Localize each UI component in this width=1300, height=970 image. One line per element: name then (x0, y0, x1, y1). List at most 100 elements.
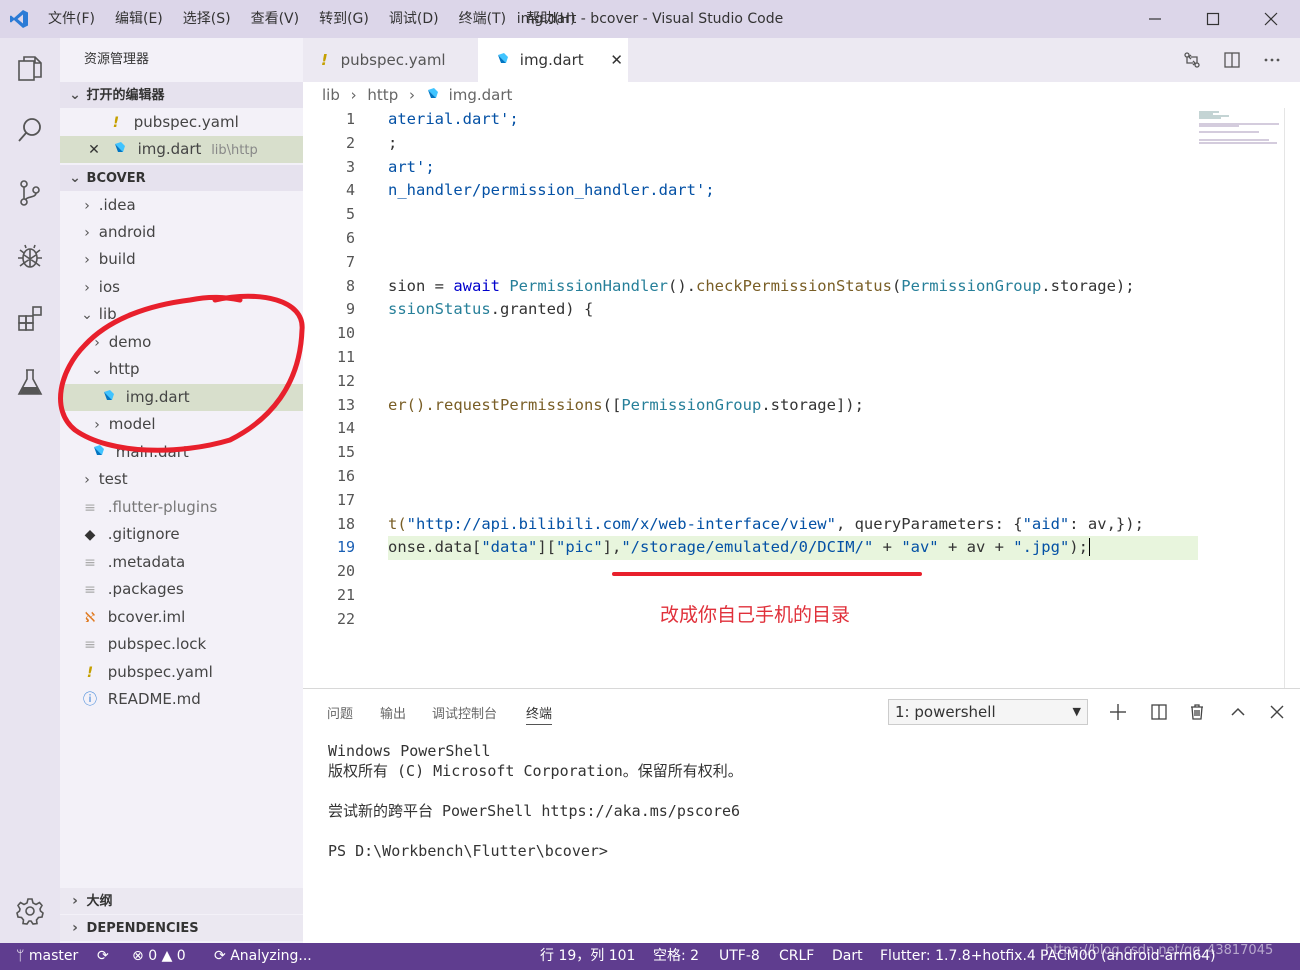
line-number: 9 (345, 300, 355, 319)
chevron-right-icon: › (84, 252, 90, 268)
line-number: 15 (336, 443, 355, 462)
tree-folder-http[interactable]: ⌄ http (60, 356, 303, 383)
info-icon: ⓘ (83, 692, 97, 708)
tree-folder-idea[interactable]: › .idea (60, 192, 303, 219)
menu-debug[interactable]: 调试(D) (379, 0, 449, 38)
indentation[interactable]: 空格: 2 (653, 943, 699, 970)
code-line: sion = await PermissionHandler().checkPe… (388, 276, 1135, 295)
terminal-select[interactable]: 1: powershell ▼ (888, 699, 1088, 725)
menu-edit[interactable]: 编辑(E) (105, 0, 173, 38)
open-editor-img-dart[interactable]: ✕ img.dart lib\http (60, 136, 303, 163)
close-tab-icon[interactable]: ✕ (610, 51, 623, 69)
menu-help[interactable]: 帮助(H) (516, 0, 585, 38)
close-icon[interactable]: ✕ (86, 137, 102, 164)
line-number: 7 (345, 252, 355, 271)
tree-folder-ios[interactable]: › ios (60, 274, 303, 301)
tree-folder-android[interactable]: › android (60, 219, 303, 246)
terminal-prompt[interactable]: PS D:\Workbench\Flutter\bcover> (328, 841, 608, 861)
more-actions-icon[interactable] (1252, 38, 1292, 82)
cursor-position[interactable]: 行 19，列 101 (540, 943, 635, 970)
status-bar: ᛘ master ⟳ ⊗ 0 ▲ 0 ⟳ Analyzing... 行 19，列… (0, 943, 1300, 970)
menu-file[interactable]: 文件(F) (38, 0, 105, 38)
flutter-version[interactable]: Flutter: 1.7.8+hotfix.4 (880, 943, 1036, 970)
tree-file-bcover-iml[interactable]: ℵ bcover.iml (60, 604, 303, 631)
menu-selection[interactable]: 选择(S) (173, 0, 241, 38)
split-editor-icon[interactable] (1212, 38, 1252, 82)
language-mode[interactable]: Dart (832, 943, 863, 970)
debug-icon[interactable] (12, 238, 48, 274)
tab-debug-console[interactable]: 调试控制台 (432, 703, 497, 725)
chevron-right-icon: › (84, 225, 90, 241)
problems-status[interactable]: ⊗ 0 ▲ 0 (132, 943, 186, 970)
tree-file-metadata[interactable]: ≡ .metadata (60, 549, 303, 576)
menu-view[interactable]: 查看(V) (241, 0, 310, 38)
close-panel-icon[interactable] (1264, 699, 1290, 725)
breadcrumb-img-dart[interactable]: img.dart (449, 86, 513, 104)
tree-file-readme[interactable]: ⓘ README.md (60, 686, 303, 713)
sidebar-title: 资源管理器 (84, 52, 150, 67)
branch-status[interactable]: ᛘ master (16, 943, 78, 970)
sync-icon[interactable]: ⟳ (97, 943, 109, 970)
tab-output[interactable]: 输出 (380, 703, 406, 725)
flask-icon[interactable] (12, 364, 48, 400)
breadcrumb-http[interactable]: http (367, 86, 398, 104)
open-editor-pubspec[interactable]: ! pubspec.yaml (60, 109, 303, 136)
line-number: 3 (345, 157, 355, 176)
chevron-down-icon: ⌄ (81, 307, 93, 323)
tree-folder-lib[interactable]: ⌄ lib (60, 301, 303, 328)
minimize-button[interactable] (1126, 0, 1184, 38)
line-ending[interactable]: CRLF (779, 943, 814, 970)
watermark: https://blog.csdn.net/qq_43817045 (1045, 943, 1274, 958)
encoding[interactable]: UTF-8 (719, 943, 760, 970)
line-number: 22 (336, 609, 355, 628)
minimap[interactable] (1199, 110, 1284, 150)
tree-folder-demo[interactable]: › demo (60, 329, 303, 356)
tab-problems[interactable]: 问题 (327, 703, 353, 725)
maximize-button[interactable] (1184, 0, 1242, 38)
tab-img-dart[interactable]: img.dart ✕ (478, 38, 628, 82)
outline-header[interactable]: › 大纲 (60, 888, 303, 914)
tree-file-pubspec-yaml[interactable]: ! pubspec.yaml (60, 659, 303, 686)
search-icon[interactable] (12, 112, 48, 148)
tree-folder-model[interactable]: › model (60, 411, 303, 438)
tab-terminal[interactable]: 终端 (526, 703, 553, 725)
compare-icon[interactable] (1172, 38, 1212, 82)
tree-file-flutter-plugins[interactable]: ≡ .flutter-plugins (60, 494, 303, 521)
extensions-icon[interactable] (12, 300, 48, 336)
project-header[interactable]: ⌄ BCOVER (60, 165, 303, 191)
line-number: 13 (336, 395, 355, 414)
split-terminal-icon[interactable] (1146, 699, 1172, 725)
editor-scrollbar[interactable] (1284, 108, 1285, 688)
text-file-icon: ≡ (84, 555, 96, 571)
tab-pubspec-yaml[interactable]: ! pubspec.yaml (303, 38, 478, 82)
dependencies-header[interactable]: › DEPENDENCIES (60, 915, 303, 941)
tree-file-main-dart[interactable]: main.dart (60, 439, 303, 466)
chevron-right-icon: › (409, 86, 415, 104)
menu-go[interactable]: 转到(G) (309, 0, 379, 38)
tree-folder-build[interactable]: › build (60, 246, 303, 273)
source-control-icon[interactable] (12, 175, 48, 211)
tree-folder-test[interactable]: › test (60, 466, 303, 493)
close-window-button[interactable] (1242, 0, 1300, 38)
tree-file-pubspec-lock[interactable]: ≡ pubspec.lock (60, 631, 303, 658)
maximize-panel-icon[interactable] (1225, 699, 1251, 725)
settings-gear-icon[interactable] (12, 893, 48, 929)
editor-tab-bar: ! pubspec.yaml img.dart ✕ (303, 38, 1300, 82)
menu-terminal[interactable]: 终端(T) (449, 0, 516, 38)
code-line: n_handler/permission_handler.dart'; (388, 181, 715, 200)
chevron-down-icon: ⌄ (91, 362, 103, 378)
tree-file-img-dart[interactable]: img.dart (60, 384, 303, 411)
git-icon: ◆ (84, 527, 96, 543)
text-cursor (1088, 538, 1090, 557)
breadcrumb-lib[interactable]: lib (322, 86, 340, 104)
error-icon: ⊗ (132, 948, 144, 964)
explorer-icon[interactable] (12, 50, 48, 86)
trash-icon[interactable] (1184, 699, 1210, 725)
new-terminal-icon[interactable] (1105, 699, 1131, 725)
bottom-panel: 问题 输出 调试控制台 终端 1: powershell ▼ Windows P… (303, 688, 1300, 943)
tree-file-packages[interactable]: ≡ .packages (60, 576, 303, 603)
line-number: 11 (336, 348, 355, 366)
tree-file-gitignore[interactable]: ◆ .gitignore (60, 521, 303, 548)
open-editors-header[interactable]: ⌄ 打开的编辑器 (60, 82, 303, 108)
dart-file-icon (426, 86, 439, 104)
